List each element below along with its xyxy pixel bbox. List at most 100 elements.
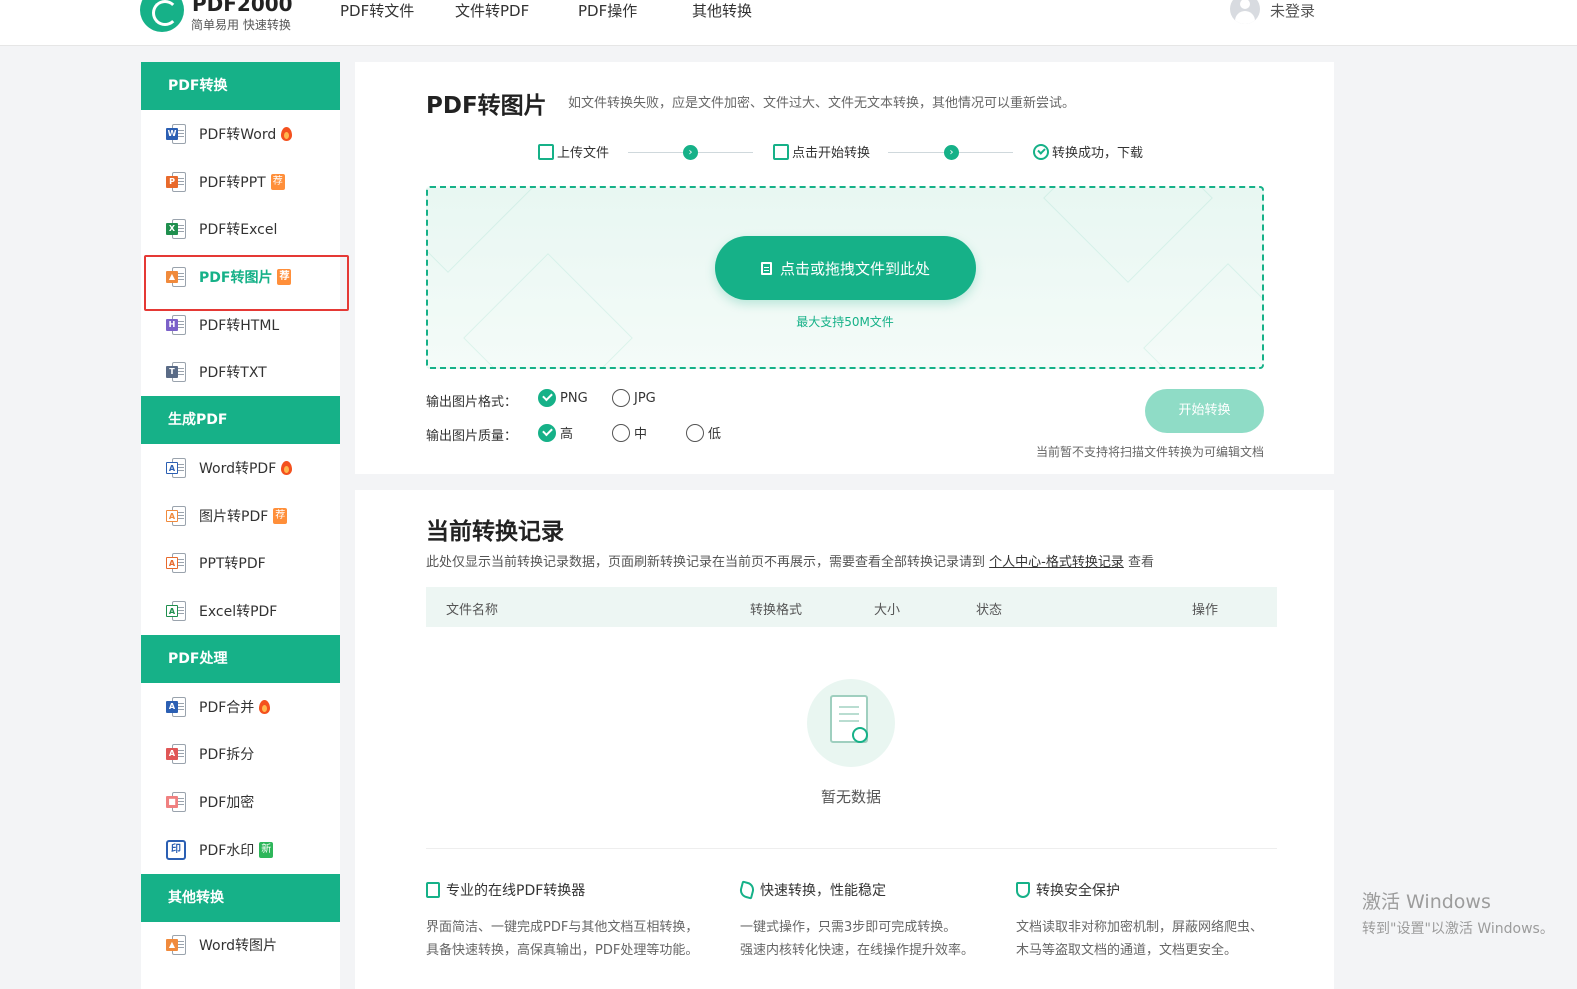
records-description: 此处仅显示当前转换记录数据，页面刷新转换记录在当前页不再展示，需要查看全部转换记…: [426, 551, 1154, 570]
output-format-label: 输出图片格式：: [426, 395, 518, 410]
feature-line: 强速内核转化快速，在线操作提升效率。: [740, 943, 975, 958]
feature-line: 界面简洁、一键完成PDF与其他文档互相转换，: [426, 920, 699, 935]
word-to-pdf-icon: A: [166, 457, 186, 478]
excel-file-icon: X: [166, 219, 186, 240]
feature-professional: 专业的在线PDF转换器 界面简洁、一键完成PDF与其他文档互相转换， 具备快速转…: [426, 880, 698, 962]
conversion-history-link[interactable]: 个人中心-格式转换记录: [989, 555, 1124, 570]
quality-option-high[interactable]: 高: [538, 423, 573, 442]
quality-option-medium[interactable]: 中: [612, 423, 647, 442]
sidebar-item-pdf-encrypt[interactable]: ■ PDF加密: [141, 778, 340, 826]
step-label: 转换成功，下载: [1052, 146, 1144, 161]
records-desc-suffix: 查看: [1123, 555, 1154, 570]
sidebar-item-pdf-to-word[interactable]: W PDF转Word: [141, 110, 340, 158]
format-option-png[interactable]: PNG: [538, 389, 588, 407]
feature-line: 文档读取非对称加密机制，屏蔽网络爬虫、: [1016, 920, 1264, 935]
sidebar-section-create-pdf: 生成PDF: [141, 396, 340, 445]
sidebar-item-label: PDF合并: [199, 699, 255, 716]
feature-title: 快速转换，性能稳定: [760, 883, 886, 899]
sidebar-item-label: PDF水印: [199, 842, 255, 859]
nav-pdf-to-file[interactable]: PDF转文件: [340, 0, 414, 21]
conversion-tip: 如文件转换失败，应是文件加密、文件过大、文件无文本转换，其他情况可以重新尝试。: [568, 96, 1076, 111]
sidebar-section-pdf-process: PDF处理: [141, 634, 340, 683]
file-dropzone[interactable]: 点击或拖拽文件到此处 最大支持50M文件: [426, 186, 1264, 369]
start-convert-button[interactable]: 开始转换: [1145, 389, 1264, 433]
feature-line: 木马等盗取文档的通道，文档更安全。: [1016, 943, 1238, 958]
sidebar-item-pdf-to-image[interactable]: ▲ PDF转图片 荐: [141, 253, 349, 311]
sidebar-item-label: PDF拆分: [199, 747, 255, 764]
sidebar-item-word-to-pdf[interactable]: A Word转PDF: [141, 444, 340, 492]
radio-checked-icon[interactable]: [538, 389, 556, 407]
step-label: 上传文件: [557, 146, 610, 161]
nav-other-conversions[interactable]: 其他转换: [692, 0, 752, 21]
sidebar-item-word-to-image[interactable]: ▲ Word转图片: [141, 922, 340, 970]
word-file-icon: W: [166, 123, 186, 144]
feature-line: 具备快速转换，高保真输出，PDF处理等功能。: [426, 943, 699, 958]
radio-unchecked-icon[interactable]: [612, 389, 630, 407]
image-file-icon: ▲: [166, 266, 186, 287]
sidebar-item-pdf-to-ppt[interactable]: P PDF转PPT 荐: [141, 158, 340, 206]
output-quality-row: 输出图片质量： 高 中 低: [426, 423, 721, 444]
feature-title: 转换安全保护: [1036, 883, 1120, 899]
upload-file-button[interactable]: 点击或拖拽文件到此处: [715, 236, 976, 300]
nav-file-to-pdf[interactable]: 文件转PDF: [455, 0, 529, 21]
radio-unchecked-icon[interactable]: [686, 423, 704, 442]
sidebar-item-pdf-to-excel[interactable]: X PDF转Excel: [141, 205, 340, 253]
column-actions: 操作: [1192, 603, 1219, 618]
sidebar-item-label: Word转图片: [199, 938, 277, 955]
sidebar-item-label: Excel转PDF: [199, 604, 278, 621]
upload-button-label: 点击或拖拽文件到此处: [779, 259, 930, 278]
records-table-header: 文件名称 转换格式 大小 状态 操作: [426, 587, 1277, 627]
feature-title-row: 转换安全保护: [1016, 880, 1263, 900]
recommend-badge: 荐: [270, 173, 285, 190]
section-divider: [426, 848, 1277, 849]
radio-unchecked-icon[interactable]: [612, 423, 630, 442]
sidebar: PDF转换 W PDF转Word P PDF转PPT 荐 X PDF转Excel…: [141, 62, 349, 989]
column-file-name: 文件名称: [446, 603, 499, 618]
format-option-jpg[interactable]: JPG: [612, 389, 656, 407]
paper-plane-icon: [738, 880, 756, 900]
chevron-right-icon: ›: [944, 145, 959, 160]
step-upload: 上传文件: [538, 142, 609, 161]
document-icon: [760, 261, 772, 275]
sidebar-item-pdf-watermark[interactable]: 印 PDF水印 新: [141, 826, 340, 874]
user-avatar-icon[interactable]: [1230, 0, 1260, 24]
word-to-image-icon: ▲: [166, 935, 186, 956]
recommend-badge: 荐: [277, 268, 292, 285]
hot-fire-icon: [259, 699, 271, 714]
quality-option-low[interactable]: 低: [686, 423, 721, 442]
hot-fire-icon: [281, 126, 293, 141]
upload-folder-icon: [538, 143, 554, 160]
records-panel: 当前转换记录 此处仅显示当前转换记录数据，页面刷新转换记录在当前页不再展示，需要…: [355, 490, 1334, 989]
login-link[interactable]: 未登录: [1270, 0, 1315, 21]
excel-to-pdf-icon: A: [166, 601, 186, 622]
sidebar-item-ppt-to-pdf[interactable]: A PPT转PDF: [141, 540, 340, 588]
step-download: 转换成功，下载: [1033, 142, 1143, 161]
feature-description: 文档读取非对称加密机制，屏蔽网络爬虫、 木马等盗取文档的通道，文档更安全。: [1016, 916, 1263, 962]
radio-checked-icon[interactable]: [538, 423, 556, 442]
sidebar-item-pdf-to-txt[interactable]: T PDF转TXT: [141, 348, 340, 396]
nav-pdf-operations[interactable]: PDF操作: [578, 0, 637, 21]
records-desc-text: 此处仅显示当前转换记录数据，页面刷新转换记录在当前页不再展示，需要查看全部转换记…: [426, 555, 990, 570]
sidebar-item-pdf-merge[interactable]: A PDF合并: [141, 683, 340, 731]
column-format: 转换格式: [750, 603, 803, 618]
scan-file-tip: 当前暂不支持将扫描文件转换为可编辑文档: [1035, 445, 1264, 459]
empty-data-icon: [807, 679, 895, 767]
converter-panel: PDF转图片 如文件转换失败，应是文件加密、文件过大、文件无文本转换，其他情况可…: [355, 62, 1334, 474]
shield-icon: [1016, 882, 1030, 898]
sidebar-item-excel-to-pdf[interactable]: A Excel转PDF: [141, 587, 340, 635]
sidebar-item-pdf-to-html[interactable]: H PDF转HTML: [141, 301, 340, 349]
sidebar-item-label: PDF加密: [199, 795, 255, 812]
hot-fire-icon: [281, 460, 293, 475]
dropzone-decoration: [463, 253, 633, 367]
sidebar-item-image-to-pdf[interactable]: A 图片转PDF 荐: [141, 492, 340, 540]
sidebar-item-pdf-split[interactable]: A PDF拆分: [141, 731, 340, 779]
records-title: 当前转换记录: [426, 519, 564, 545]
feature-security: 转换安全保护 文档读取非对称加密机制，屏蔽网络爬虫、 木马等盗取文档的通道，文档…: [1016, 880, 1263, 962]
brand-name[interactable]: PDF2000: [192, 0, 293, 16]
feature-title-row: 快速转换，性能稳定: [738, 880, 974, 900]
pdf2000-logo-icon[interactable]: [140, 0, 184, 32]
html-file-icon: H: [166, 314, 186, 335]
sidebar-section-pdf-convert: PDF转换: [141, 62, 340, 110]
image-to-pdf-icon: A: [166, 505, 186, 526]
column-size: 大小: [874, 603, 901, 618]
